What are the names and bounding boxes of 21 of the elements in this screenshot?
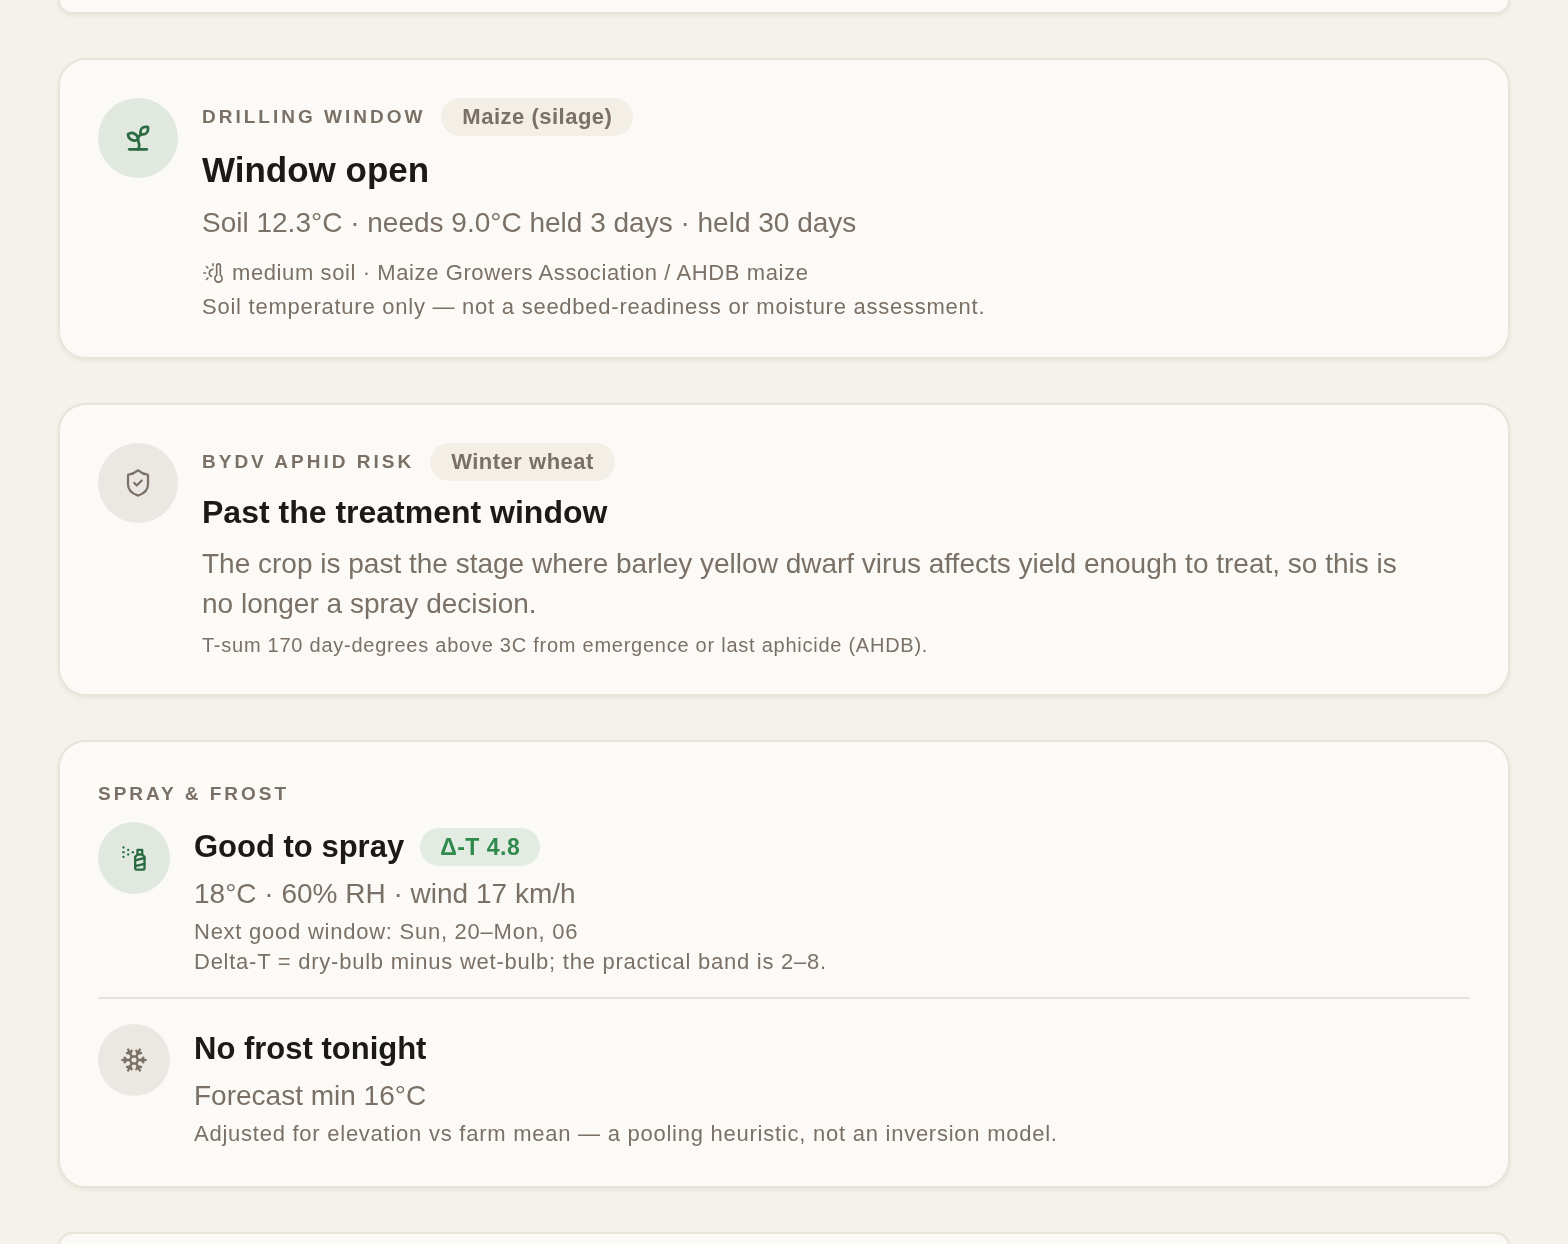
status-title: No frost tonight xyxy=(194,1030,427,1068)
condition-note: Adjusted for elevation vs farm mean — a pooling heuristic, not an inversion model. xyxy=(194,1120,1059,1148)
condition-note: Next good window: Sun, 20–Mon, 06 xyxy=(194,918,580,946)
card-eyebrow: DRILLING WINDOW xyxy=(202,106,426,128)
disclaimer-text: Soil temperature only — not a seedbed-readiness or moisture assessment. xyxy=(202,293,987,321)
method-note: T-sum 170 day-degrees above 3C from emergence or last aphicide (AHDB). xyxy=(202,633,930,658)
status-title: Good to spray xyxy=(194,828,405,866)
status-summary: Forecast min 16°C xyxy=(194,1079,428,1113)
card-eyebrow: BYDV APHID RISK xyxy=(202,451,415,473)
condition-note: Delta-T = dry-bulb minus wet-bulb; the practical band is 2–8. xyxy=(194,948,828,976)
source-text: medium soil · Maize Growers Association / AHDB maize xyxy=(232,259,809,287)
status-summary: Soil 12.3°C · needs 9.0°C held 3 days · held 30 days xyxy=(202,206,858,240)
section-heading: SPRAY & FROST xyxy=(98,783,291,805)
delta-t-badge: Δ-T 4.8 xyxy=(420,828,541,866)
thermometer-sun-icon xyxy=(202,262,224,284)
crop-tag: Maize (silage) xyxy=(441,98,634,136)
status-title: Window open xyxy=(202,150,431,190)
status-description: The crop is past the stage where barley yellow dwarf virus affects yield enough to treat, so this is no longer a spray decision. xyxy=(202,547,1398,621)
status-title: Past the treatment window xyxy=(202,493,609,532)
status-summary: 18°C · 60% RH · wind 17 km/h xyxy=(194,877,577,911)
crop-tag: Winter wheat xyxy=(430,443,615,481)
